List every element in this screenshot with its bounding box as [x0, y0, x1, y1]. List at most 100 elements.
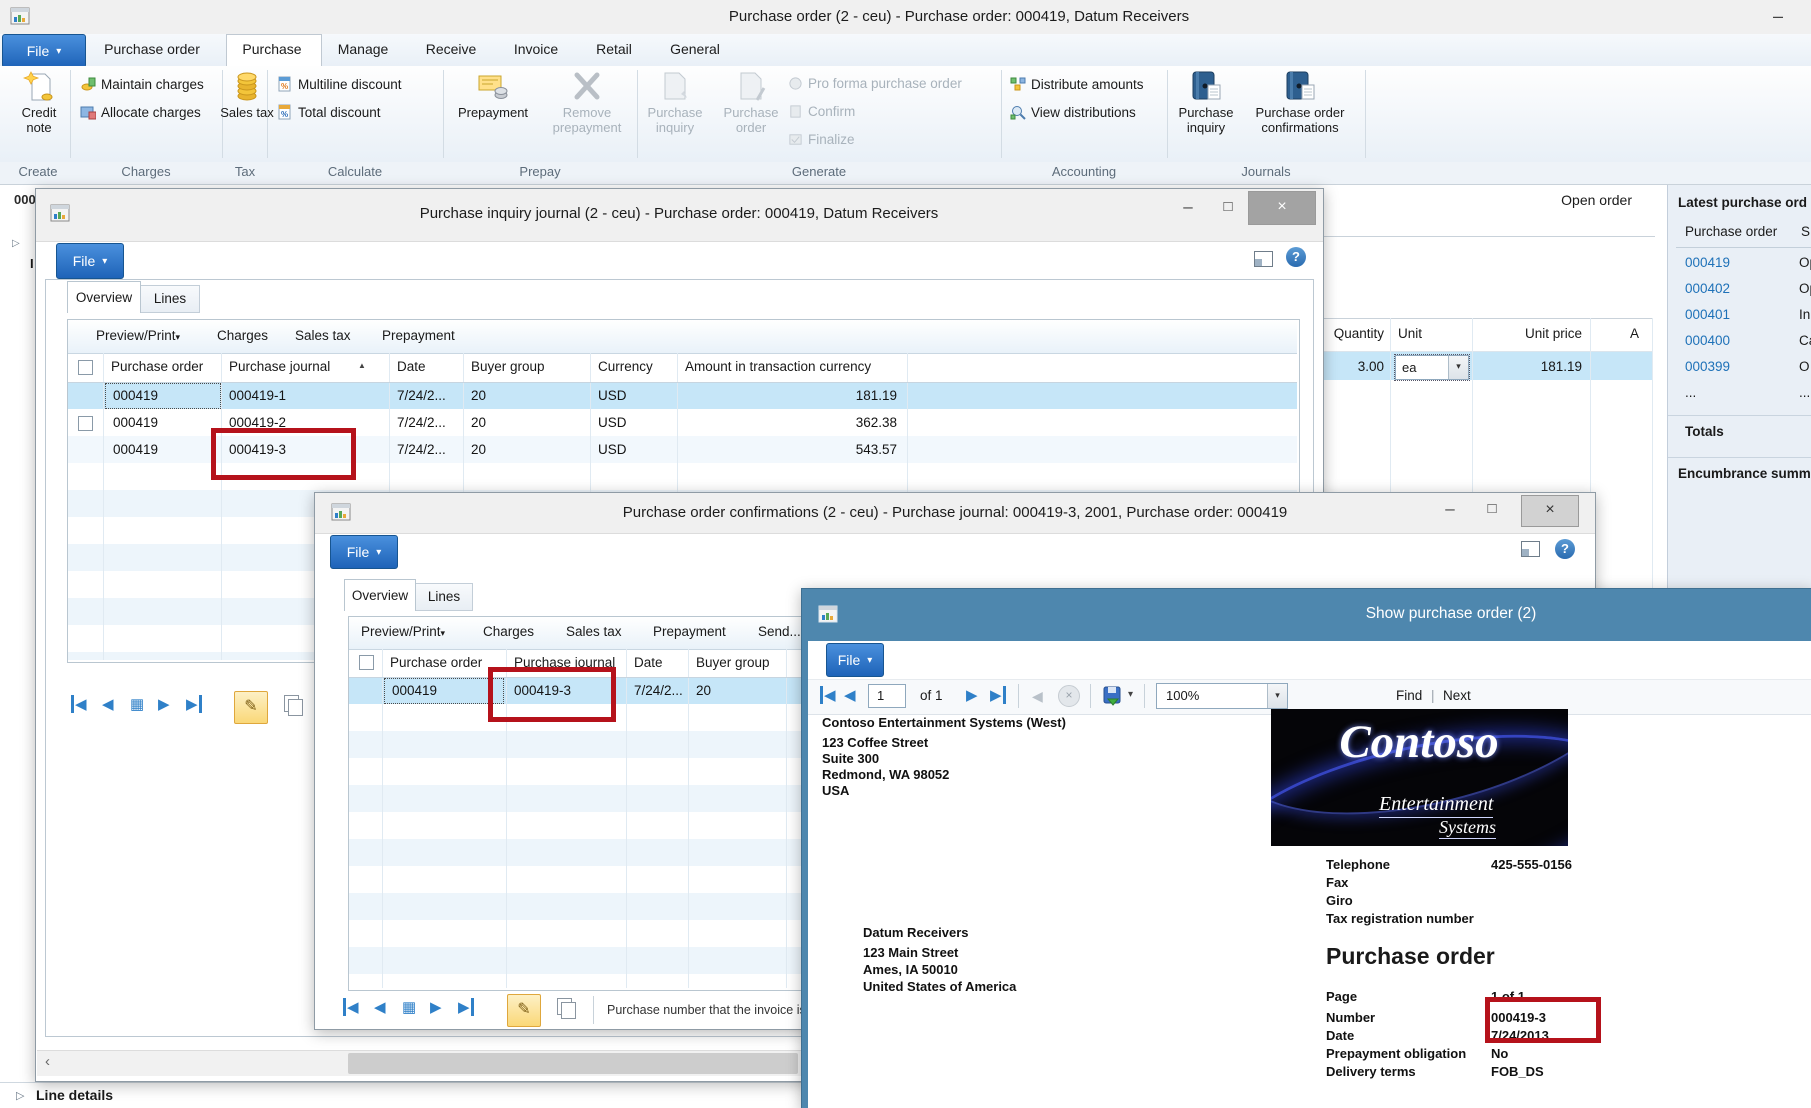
- cell-buyer[interactable]: 20: [696, 683, 711, 698]
- factbox-link-po[interactable]: 000419: [1685, 255, 1730, 270]
- tab-receive[interactable]: Receive: [426, 41, 477, 57]
- sales-tax-button[interactable]: Sales tax: [219, 70, 275, 120]
- col-buyer-group[interactable]: Buyer group: [696, 655, 770, 670]
- close-button[interactable]: ×: [1521, 495, 1579, 527]
- preview-print-menu[interactable]: Preview/Print▾: [361, 624, 445, 639]
- view-distributions-button[interactable]: View distributions: [1010, 104, 1136, 120]
- credit-note-button[interactable]: Credit note: [8, 70, 70, 135]
- minimize-button[interactable]: –: [1435, 497, 1465, 521]
- file-menu-button[interactable]: File▾: [56, 243, 124, 279]
- cell-amount[interactable]: 543.57: [677, 442, 897, 457]
- page-number-input[interactable]: 1: [868, 684, 906, 708]
- cell-po[interactable]: 000419: [392, 683, 437, 698]
- nav-first-icon[interactable]: ◀: [71, 695, 87, 713]
- nav-next-icon[interactable]: ▶: [158, 695, 170, 713]
- cell-currency[interactable]: USD: [598, 442, 627, 457]
- select-all-checkbox[interactable]: [359, 655, 374, 670]
- factbox-more[interactable]: ...: [1799, 385, 1810, 400]
- cell-po[interactable]: 000419: [113, 415, 158, 430]
- nav-grid-icon[interactable]: ▦: [130, 695, 144, 713]
- tab-overview[interactable]: Overview: [67, 281, 141, 313]
- scrollbar-thumb[interactable]: [348, 1053, 798, 1074]
- tab-purchase[interactable]: Purchase: [242, 41, 301, 57]
- help-icon[interactable]: ?: [1286, 247, 1306, 267]
- cell-buyer[interactable]: 20: [471, 442, 486, 457]
- page-next-icon[interactable]: ▶: [966, 686, 978, 704]
- page-first-icon[interactable]: ◀: [820, 686, 836, 704]
- confirm-titlebar[interactable]: Purchase order confirmations (2 - ceu) -…: [315, 493, 1595, 534]
- preview-print-menu[interactable]: Preview/Print▾: [96, 328, 180, 343]
- sales-tax-menu[interactable]: Sales tax: [295, 328, 351, 343]
- cell-currency[interactable]: USD: [598, 388, 627, 403]
- copy-icon[interactable]: [284, 695, 299, 712]
- cell-buyer[interactable]: 20: [471, 415, 486, 430]
- expander-icon[interactable]: ▷: [16, 1089, 24, 1102]
- tab-purchase-order[interactable]: Purchase order: [104, 41, 200, 57]
- minimize-button[interactable]: –: [1172, 195, 1204, 219]
- factbox-section-encumbrance[interactable]: Encumbrance summ: [1678, 466, 1811, 481]
- scroll-left-icon[interactable]: ‹: [45, 1053, 50, 1070]
- cell-date[interactable]: 7/24/2...: [397, 415, 446, 430]
- export-save-icon[interactable]: [1102, 685, 1124, 707]
- next-link[interactable]: Next: [1443, 688, 1471, 703]
- report-titlebar[interactable]: Show purchase order (2): [802, 589, 1811, 641]
- col-purchase-order[interactable]: Purchase order: [390, 655, 482, 670]
- cell-buyer[interactable]: 20: [471, 388, 486, 403]
- layout-icon[interactable]: [1521, 541, 1540, 557]
- copy-icon[interactable]: [557, 998, 572, 1015]
- charges-menu[interactable]: Charges: [217, 328, 268, 343]
- find-link[interactable]: Find: [1396, 688, 1422, 703]
- combo-caret-icon[interactable]: ▾: [1267, 684, 1287, 708]
- close-button[interactable]: ×: [1248, 191, 1316, 225]
- tab-manage[interactable]: Manage: [338, 41, 389, 57]
- col-buyer-group[interactable]: Buyer group: [471, 359, 545, 374]
- edit-record-button[interactable]: ✎: [234, 691, 268, 724]
- select-all-checkbox[interactable]: [78, 360, 93, 375]
- factbox-link-po[interactable]: 000401: [1685, 307, 1730, 322]
- combo-caret-icon[interactable]: ▾: [1448, 356, 1468, 379]
- file-menu-button[interactable]: File▾: [330, 535, 398, 569]
- sales-tax-menu[interactable]: Sales tax: [566, 624, 622, 639]
- journal-purchase-inquiry-button[interactable]: Purchase inquiry: [1170, 70, 1242, 135]
- col-purchase-order[interactable]: Purchase order: [111, 359, 203, 374]
- nav-prev-icon[interactable]: ◀: [102, 695, 114, 713]
- cell-currency[interactable]: USD: [598, 415, 627, 430]
- col-date[interactable]: Date: [397, 359, 426, 374]
- cell-po[interactable]: 000419: [113, 442, 158, 457]
- allocate-charges-button[interactable]: Allocate charges: [80, 104, 201, 120]
- nav-prev-icon[interactable]: ◀: [374, 998, 386, 1016]
- tab-lines[interactable]: Lines: [415, 583, 473, 611]
- cell-amount[interactable]: 181.19: [677, 388, 897, 403]
- cell-date[interactable]: 7/24/2...: [397, 442, 446, 457]
- tab-invoice[interactable]: Invoice: [514, 41, 558, 57]
- tab-lines[interactable]: Lines: [140, 285, 200, 313]
- maintain-charges-button[interactable]: Maintain charges: [80, 76, 204, 92]
- layout-icon[interactable]: [1254, 251, 1273, 267]
- nav-first-icon[interactable]: ◀: [343, 998, 359, 1016]
- prepayment-menu[interactable]: Prepayment: [382, 328, 455, 343]
- edit-record-button[interactable]: ✎: [507, 994, 541, 1027]
- factbox-link-po[interactable]: 000399: [1685, 359, 1730, 374]
- send-menu[interactable]: Send...: [758, 624, 801, 639]
- charges-menu[interactable]: Charges: [483, 624, 534, 639]
- cell-date[interactable]: 7/24/2...: [397, 388, 446, 403]
- unit-combobox[interactable]: ea ▾: [1395, 355, 1469, 380]
- row-checkbox[interactable]: [78, 416, 93, 431]
- inquiry-titlebar[interactable]: Purchase inquiry journal (2 - ceu) - Pur…: [36, 189, 1323, 242]
- page-last-icon[interactable]: ▶: [990, 686, 1006, 704]
- file-menu-button[interactable]: File▾: [826, 643, 884, 677]
- tab-overview[interactable]: Overview: [344, 579, 416, 611]
- maximize-button[interactable]: □: [1477, 497, 1507, 521]
- factbox-more[interactable]: ...: [1685, 385, 1696, 400]
- distribute-amounts-button[interactable]: Distribute amounts: [1010, 76, 1144, 92]
- page-prev-icon[interactable]: ◀: [844, 686, 856, 704]
- cell-date[interactable]: 7/24/2...: [634, 683, 683, 698]
- cell-journal[interactable]: 000419-1: [229, 388, 286, 403]
- journal-po-confirmations-button[interactable]: Purchase order confirmations: [1246, 70, 1354, 135]
- tab-general[interactable]: General: [670, 41, 720, 57]
- nav-grid-icon[interactable]: ▦: [402, 998, 416, 1016]
- expander-icon[interactable]: ▷: [12, 238, 20, 249]
- nav-last-icon[interactable]: ▶: [458, 998, 474, 1016]
- prepayment-menu[interactable]: Prepayment: [653, 624, 726, 639]
- prepayment-button[interactable]: Prepayment: [447, 70, 539, 120]
